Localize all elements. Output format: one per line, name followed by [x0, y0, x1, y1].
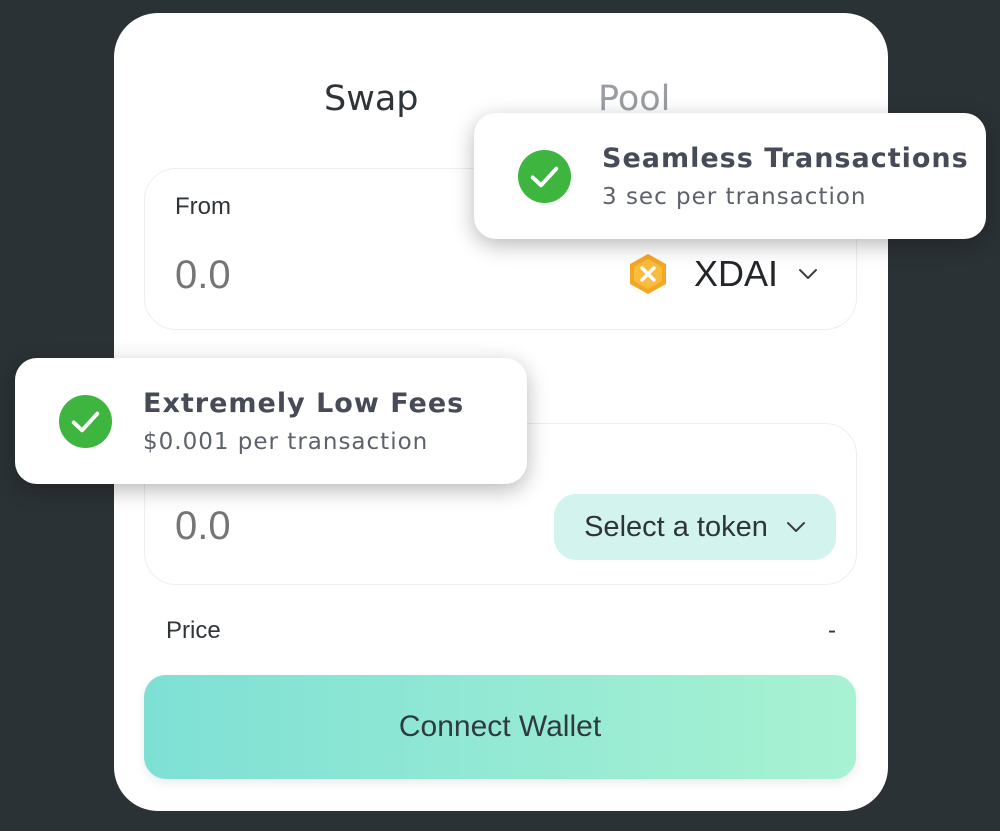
check-circle-icon — [517, 149, 572, 204]
toast-subtitle: $0.001 per transaction — [143, 429, 429, 455]
toast-subtitle: 3 sec per transaction — [602, 184, 867, 210]
xdai-token-icon — [629, 254, 666, 294]
from-amount-input[interactable] — [175, 253, 475, 298]
toast-low-fees: Extremely Low Fees $0.001 per transactio… — [15, 358, 527, 484]
from-token-selector[interactable]: XDAI — [628, 253, 818, 295]
to-amount-input[interactable] — [175, 504, 475, 549]
check-circle-icon — [58, 394, 113, 449]
price-value: - — [828, 617, 836, 644]
toast-seamless-transactions: Seamless Transactions 3 sec per transact… — [474, 113, 986, 239]
toast-title: Seamless Transactions — [602, 143, 969, 174]
chevron-down-icon — [799, 269, 817, 279]
from-label: From — [175, 193, 231, 220]
select-token-label: Select a token — [584, 510, 768, 543]
price-label: Price — [166, 617, 221, 644]
from-token-name: XDAI — [693, 253, 778, 294]
connect-wallet-button[interactable]: Connect Wallet — [144, 675, 856, 779]
select-token-button[interactable]: Select a token — [554, 494, 836, 560]
connect-wallet-label: Connect Wallet — [398, 710, 602, 743]
toast-title: Extremely Low Fees — [143, 388, 465, 419]
price-row: Price - — [166, 617, 836, 645]
chevron-down-icon — [786, 522, 805, 532]
tab-swap[interactable]: Swap — [324, 79, 419, 119]
